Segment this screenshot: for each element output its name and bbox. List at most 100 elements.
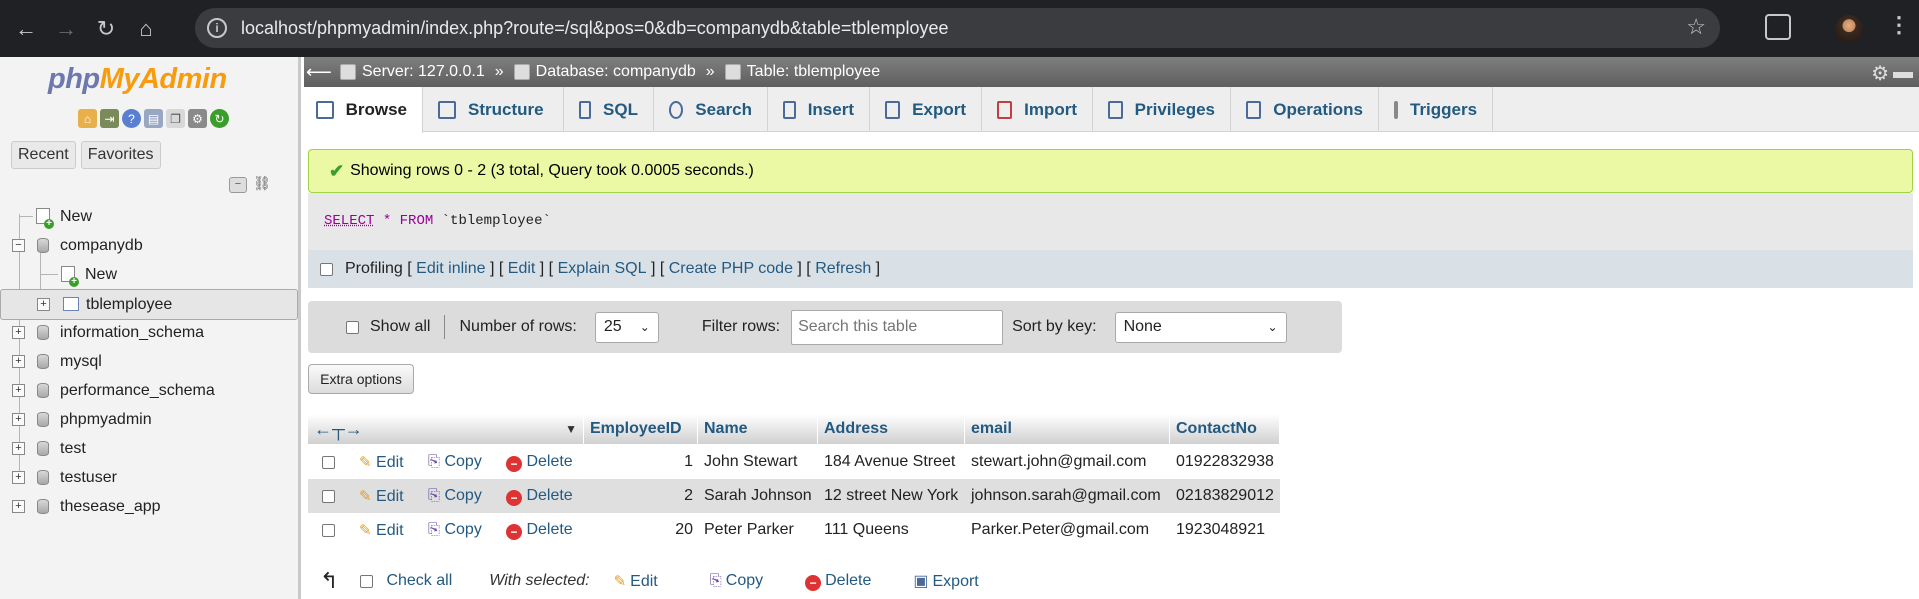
expand-icon[interactable]: + [12, 413, 25, 426]
column-header-email[interactable]: email [965, 414, 1170, 444]
tree-item-phpmyadmin[interactable]: + phpmyadmin [0, 405, 298, 434]
sort-by-key-select[interactable]: None ⌄ [1114, 311, 1287, 343]
delete-action[interactable]: − Delete [506, 453, 573, 472]
tab-privileges[interactable]: Privileges [1093, 87, 1231, 132]
show-all-checkbox[interactable] [346, 320, 359, 334]
tab-insert[interactable]: Insert [768, 87, 870, 132]
bookmark-star-icon[interactable]: ☆ [1686, 14, 1706, 40]
recent-button[interactable]: Recent [11, 141, 76, 169]
reload-icon[interactable]: ↻ [86, 9, 126, 49]
help-icon[interactable]: ? [122, 109, 141, 128]
column-header-employeeid[interactable]: EmployeeID [584, 414, 698, 444]
show-all-label[interactable]: Show all [370, 318, 430, 336]
copy-page-icon[interactable]: ❐ [166, 109, 185, 128]
cell-address[interactable]: 184 Avenue Street [824, 453, 955, 471]
tree-item-companydb[interactable]: − companydb [0, 231, 298, 260]
create-php-code-link[interactable]: Create PHP code [669, 260, 793, 278]
sql-keyword-select[interactable]: SELECT [324, 213, 374, 229]
cell-email[interactable]: Parker.Peter@gmail.com [971, 521, 1149, 539]
expand-icon[interactable]: + [12, 355, 25, 368]
bulk-edit-button[interactable]: ✎ Edit [614, 572, 658, 591]
cell-contactno[interactable]: 01922832938 [1176, 453, 1274, 471]
copy-action[interactable]: ⎘ Copy [428, 453, 482, 471]
cell-name[interactable]: John Stewart [704, 453, 797, 471]
delete-action[interactable]: − Delete [506, 521, 573, 540]
favorites-button[interactable]: Favorites [80, 141, 161, 169]
delete-action[interactable]: − Delete [506, 487, 573, 506]
tab-import[interactable]: Import [982, 87, 1093, 132]
check-all-label[interactable]: Check all [386, 572, 452, 590]
tree-item-test[interactable]: + test [0, 434, 298, 463]
edit-query-link[interactable]: Edit [508, 260, 536, 278]
expand-icon[interactable]: + [12, 500, 25, 513]
edit-action[interactable]: ✎ Edit [359, 521, 404, 540]
collapse-icon[interactable]: − [12, 239, 25, 252]
tree-item-new-table[interactable]: New [0, 260, 298, 289]
menu-kebab-icon[interactable]: ⋮ [1888, 12, 1910, 38]
bulk-delete-button[interactable]: − Delete [805, 572, 871, 591]
settings-gear-icon[interactable]: ⚙ [188, 109, 207, 128]
tree-item-testuser[interactable]: + testuser [0, 463, 298, 492]
collapse-sidebar-arrow-icon[interactable]: ⟵ [306, 62, 332, 83]
bulk-copy-button[interactable]: ⎘ Copy [710, 572, 763, 590]
column-resize-header[interactable]: ←┬→ ▼ [308, 414, 584, 444]
cell-email[interactable]: stewart.john@gmail.com [971, 453, 1146, 471]
settings-gear-icon[interactable]: ⚙ [1871, 61, 1889, 86]
breadcrumb-database[interactable]: Database: companydb [513, 63, 696, 81]
tab-export[interactable]: Export [870, 87, 982, 132]
home-icon[interactable]: ⌂ [78, 109, 97, 128]
tree-item-tblemployee[interactable]: + tblemployee [0, 289, 298, 320]
site-info-icon[interactable]: i [207, 18, 227, 38]
breadcrumb-server[interactable]: Server: 127.0.0.1 [340, 63, 485, 81]
reload-nav-icon[interactable]: ↻ [210, 109, 229, 128]
cell-address[interactable]: 12 street New York [824, 487, 958, 505]
sort-triangle-icon[interactable]: ▼ [565, 422, 577, 436]
cell-employeeid[interactable]: 20 [584, 521, 693, 539]
row-checkbox[interactable] [322, 456, 335, 469]
back-arrow-icon[interactable]: ← [6, 9, 46, 49]
profiling-checkbox[interactable] [320, 262, 333, 276]
resize-arrows-icon[interactable]: ←┬→ [314, 419, 363, 440]
address-bar[interactable]: i localhost/phpmyadmin/index.php?route=/… [195, 8, 1720, 48]
cell-name[interactable]: Sarah Johnson [704, 487, 812, 505]
cell-contactno[interactable]: 02183829012 [1176, 487, 1274, 505]
expand-icon[interactable]: + [12, 442, 25, 455]
tree-item-thesease-app[interactable]: + thesease_app [0, 492, 298, 521]
check-all-checkbox[interactable] [360, 574, 374, 588]
edit-action[interactable]: ✎ Edit [359, 453, 404, 472]
tree-item-performance-schema[interactable]: + performance_schema [0, 376, 298, 405]
tab-triggers[interactable]: Triggers [1379, 87, 1493, 132]
forward-arrow-icon[interactable]: → [46, 9, 86, 49]
expand-icon[interactable]: + [12, 384, 25, 397]
collapse-all-icon[interactable]: − [229, 177, 247, 193]
cell-email[interactable]: johnson.sarah@gmail.com [971, 487, 1161, 505]
breadcrumb-table[interactable]: Table: tblemployee [724, 63, 880, 81]
phpmyadmin-logo[interactable]: phpMyAdmin [48, 63, 227, 96]
number-of-rows-select[interactable]: 25 ⌄ [594, 311, 659, 343]
copy-action[interactable]: ⎘ Copy [428, 521, 482, 539]
logout-icon[interactable]: ⇥ [100, 109, 119, 128]
tab-browse[interactable]: Browse [304, 87, 423, 133]
tree-item-new[interactable]: New [0, 202, 298, 231]
tree-item-information-schema[interactable]: + information_schema [0, 318, 298, 347]
bulk-export-button[interactable]: ▣ Export [913, 571, 978, 591]
row-checkbox[interactable] [322, 490, 335, 503]
cell-address[interactable]: 111 Queens [824, 521, 909, 539]
row-checkbox[interactable] [322, 524, 335, 537]
expand-panel-icon[interactable]: ▬ [1893, 61, 1913, 84]
edit-action[interactable]: ✎ Edit [359, 487, 404, 506]
sql-query[interactable]: SELECT * FROM `tblemployee` [324, 213, 551, 229]
column-header-address[interactable]: Address [818, 414, 965, 444]
extensions-icon[interactable] [1765, 14, 1791, 40]
home-icon[interactable]: ⌂ [126, 9, 166, 49]
copy-action[interactable]: ⎘ Copy [428, 487, 482, 505]
expand-icon[interactable]: + [37, 298, 50, 311]
expand-icon[interactable]: + [12, 471, 25, 484]
explain-sql-link[interactable]: Explain SQL [558, 260, 647, 278]
cell-employeeid[interactable]: 1 [584, 453, 693, 471]
url-text[interactable]: localhost/phpmyadmin/index.php?route=/sq… [241, 18, 948, 39]
edit-inline-link[interactable]: Edit inline [416, 260, 485, 278]
cell-employeeid[interactable]: 2 [584, 487, 693, 505]
tab-operations[interactable]: Operations [1231, 87, 1379, 132]
extra-options-button[interactable]: Extra options [308, 364, 414, 394]
